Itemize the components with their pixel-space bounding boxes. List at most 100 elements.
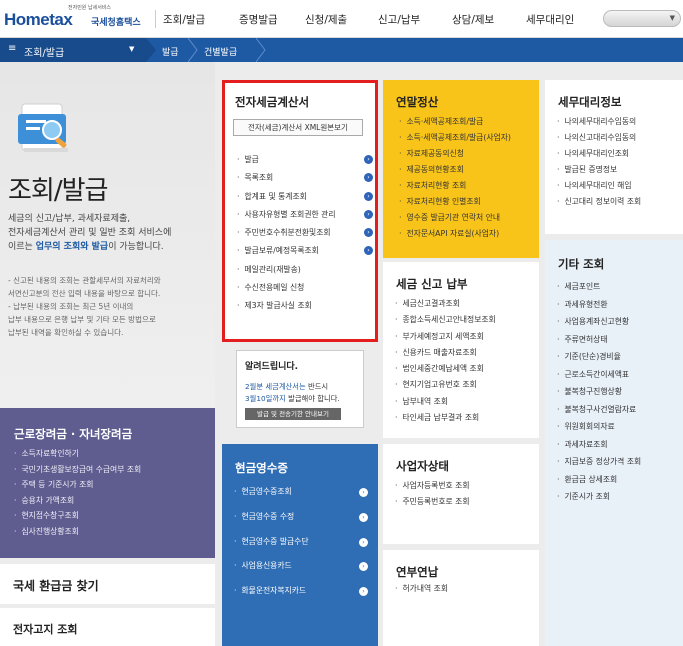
earned-income-incentive-card: 근로장려금 · 자녀장려금 소득자료확인하기 국민기초생활보장급여 수급여부 조…: [0, 408, 215, 558]
breadcrumb-item-individual[interactable]: 건별발급: [204, 45, 237, 58]
other-inquiry-card: 기타 조회 세금포인트 과세유형전환 사업용계좌신고현황 주류면허상태 기준(단…: [545, 240, 683, 646]
year-end-item[interactable]: 전자문서API 자료실(사업자): [399, 226, 511, 242]
tax-report-item[interactable]: 신용카드 매출자료조회: [395, 345, 496, 361]
business-status-item[interactable]: 주민등록번호로 조회: [395, 494, 469, 510]
arrow-right-icon: ›: [364, 209, 373, 219]
tax-report-item[interactable]: 납부내역 조회: [395, 394, 496, 410]
year-end-item[interactable]: 자료처리현황 조회: [399, 178, 511, 194]
other-inquiry-item[interactable]: 불복청구진행상황: [557, 383, 641, 401]
tax-agent-item[interactable]: 나의세무대리수임동의: [557, 114, 641, 130]
arrow-right-icon: ›: [364, 246, 373, 256]
other-inquiry-item[interactable]: 기준(단순)경비율: [557, 348, 641, 366]
other-inquiry-item[interactable]: 불복청구사건열람자료: [557, 401, 641, 419]
tax-agent-item[interactable]: 나의세무대리인조회: [557, 146, 641, 162]
cash-receipt-item[interactable]: 현금영수증조회 ›: [234, 480, 368, 505]
e-tax-item-third-party[interactable]: · 제3자 발급사실 조회: [237, 297, 373, 315]
other-inquiry-item[interactable]: 사업용계좌신고현황: [557, 313, 641, 331]
nav-item-report[interactable]: 신고/납부: [378, 12, 420, 27]
other-inquiry-item[interactable]: 환급금 상세조회: [557, 471, 641, 489]
other-inquiry-item[interactable]: 위원회회의자료: [557, 418, 641, 436]
tax-agent-item[interactable]: 신고대리 정보이력 조회: [557, 194, 641, 210]
deadline-guide-button[interactable]: 발급 및 전송기한 안내보기: [245, 408, 341, 420]
notice-line-text: 반드시: [305, 382, 329, 391]
tax-report-item[interactable]: 세금신고결과조회: [395, 296, 496, 312]
incentive-item[interactable]: 승용차 가액조회: [14, 493, 141, 509]
tax-report-list: 세금신고결과조회 종합소득세신고안내정보조회 부가세예정고지 세액조회 신용카드…: [395, 296, 496, 426]
cash-receipt-item[interactable]: 현금영수증 발급수단 ›: [234, 530, 368, 555]
search-dropdown[interactable]: ▼: [603, 10, 681, 27]
other-inquiry-item[interactable]: 기준시가 조회: [557, 488, 641, 506]
menu-label: 사업용신용카드: [241, 561, 292, 571]
other-inquiry-item[interactable]: 지급보증 정상가격 조회: [557, 453, 641, 471]
year-end-item[interactable]: 제공동의현황조회: [399, 162, 511, 178]
other-inquiry-item[interactable]: 근로소득간이세액표: [557, 366, 641, 384]
year-end-item[interactable]: 소득·세액공제조회/발급: [399, 114, 511, 130]
arrow-right-icon: ›: [364, 191, 373, 201]
incentive-item[interactable]: 현지접수창구조회: [14, 508, 141, 524]
cash-receipt-item[interactable]: 사업용신용카드 ›: [234, 554, 368, 579]
nav-item-certificate[interactable]: 증명발급: [239, 12, 278, 27]
hero-desc-highlight: 업무의 조회와 발급: [35, 242, 109, 252]
e-notice-card[interactable]: 전자고지 조회: [0, 608, 215, 646]
nav-item-inquiry[interactable]: 조회/발급: [163, 12, 205, 27]
breadcrumb-item-issue[interactable]: 발급: [162, 45, 179, 58]
tax-refund-card[interactable]: 국세 환급금 찾기: [0, 564, 215, 604]
incentive-item[interactable]: 주택 등 기준시가 조회: [14, 477, 141, 493]
e-tax-item-resident-number[interactable]: · 주민번호수취분전환및조회 ›: [237, 224, 373, 242]
nav-item-application[interactable]: 신청/제출: [305, 12, 347, 27]
nav-divider: [155, 10, 156, 28]
e-tax-item-permissions[interactable]: · 사용자유형별 조회권한 관리 ›: [237, 206, 373, 224]
document-search-icon: [18, 103, 68, 152]
year-end-item[interactable]: 자료제공동의신청: [399, 146, 511, 162]
arrow-right-icon: ›: [359, 562, 368, 572]
nav-item-consult[interactable]: 상담/제보: [452, 12, 494, 27]
other-inquiry-item[interactable]: 과세자료조회: [557, 436, 641, 454]
arrow-right-icon: ›: [359, 512, 368, 522]
e-tax-item-pending[interactable]: · 발급보류/예정목록조회 ›: [237, 242, 373, 260]
tax-report-item[interactable]: 타인세금 납부결과 조회: [395, 410, 496, 426]
installment-item[interactable]: 허가내역 조회: [395, 582, 448, 597]
hero-panel: 조회/발급 세금의 신고/납부, 과세자료제출, 전자세금계산서 관리 및 일반…: [0, 62, 215, 432]
year-end-item[interactable]: 소득·세액공제조회/발급(사업자): [399, 130, 510, 146]
incentive-item[interactable]: 소득자료확인하기: [14, 446, 141, 462]
card-title: 연말정산: [396, 95, 439, 109]
chevron-down-icon: ▼: [669, 14, 675, 22]
business-status-item[interactable]: 사업자등록번호 조회: [395, 478, 469, 494]
notice-box: 알려드립니다. 2월분 세금계산서는 반드시 3월10일까지 발급해야 합니다.…: [236, 350, 364, 428]
menu-icon: ≡: [8, 43, 17, 54]
arrow-right-icon: ›: [359, 537, 368, 547]
tax-report-item[interactable]: 현지기업고유번호 조회: [395, 377, 496, 393]
hometax-logo[interactable]: 전자민원 납세서비스 Hometax 국세청홈택스: [4, 4, 154, 34]
other-inquiry-item[interactable]: 과세유형전환: [557, 296, 641, 314]
cash-receipt-item[interactable]: 현금영수증 수정 ›: [234, 505, 368, 530]
other-inquiry-item[interactable]: 주류면허상태: [557, 331, 641, 349]
tax-report-item[interactable]: 법인세중간예납세액 조회: [395, 361, 496, 377]
breadcrumb-main-menu[interactable]: ≡ 조회/발급 ▼: [0, 38, 146, 62]
e-tax-item-receive-mail[interactable]: · 수신전용메일 신청: [237, 279, 373, 297]
breadcrumb: ≡ 조회/발급 ▼ 발급 건별발급: [0, 38, 683, 62]
card-title: 세금 신고 납부: [396, 277, 468, 291]
menu-label: 발급: [244, 155, 259, 164]
top-navigation-bar: 전자민원 납세서비스 Hometax 국세청홈택스 조회/발급 증명발급 신청/…: [0, 0, 683, 38]
e-tax-item-summary[interactable]: · 합계표 및 통계조회 ›: [237, 188, 373, 206]
year-end-item[interactable]: 영수증 발급기관 연락처 안내: [399, 210, 511, 226]
tax-agent-item[interactable]: 발급된 증명정보: [557, 162, 641, 178]
card-title: 기타 조회: [558, 257, 605, 271]
arrow-right-icon: ›: [364, 173, 373, 183]
e-tax-menu-list: · 발급 › · 목록조회 › · 합계표 및 통계조회 › · 사용자유형별 조회권한 관리…: [237, 151, 373, 316]
e-tax-item-list[interactable]: · 목록조회 ›: [237, 169, 373, 187]
xml-original-view-button[interactable]: 전자(세금)계산서 XML원본보기: [233, 119, 363, 136]
tax-agent-item[interactable]: 나의세무대리인 해임: [557, 178, 641, 194]
other-inquiry-list: 세금포인트 과세유형전환 사업용계좌신고현황 주류면허상태 기준(단순)경비율 …: [557, 278, 641, 506]
tax-report-item[interactable]: 부가세예정고지 세액조회: [395, 329, 496, 345]
year-end-item[interactable]: 자료처리현황 인별조회: [399, 194, 511, 210]
e-tax-item-mail[interactable]: · 메일관리(재발송): [237, 261, 373, 279]
other-inquiry-item[interactable]: 세금포인트: [557, 278, 641, 296]
incentive-item[interactable]: 국민기초생활보장급여 수급여부 조회: [14, 462, 141, 478]
e-tax-item-issue[interactable]: · 발급 ›: [237, 151, 373, 169]
cash-receipt-item[interactable]: 화물운전자복지카드 ›: [234, 579, 368, 604]
tax-report-item[interactable]: 종합소득세신고안내정보조회: [395, 312, 495, 328]
incentive-item[interactable]: 심사진행상황조회: [14, 524, 141, 540]
tax-agent-item[interactable]: 나의신고대리수임동의: [557, 130, 641, 146]
nav-item-tax-agent[interactable]: 세무대리인: [526, 12, 574, 27]
